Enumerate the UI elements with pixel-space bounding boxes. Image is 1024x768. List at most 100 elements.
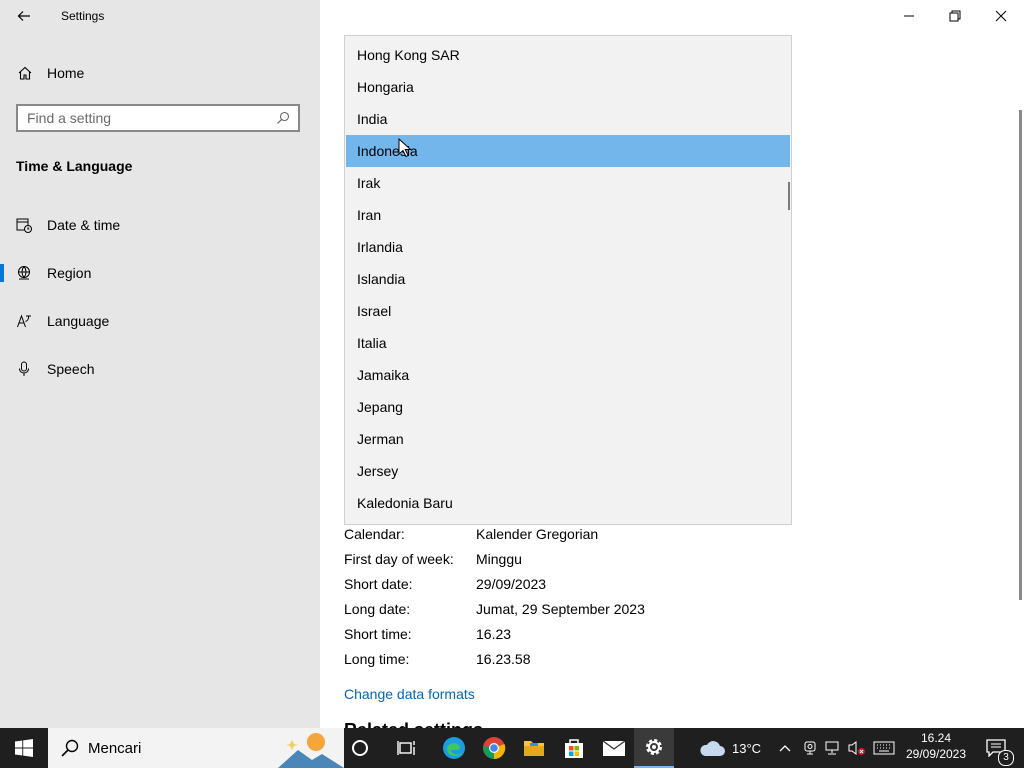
main-scrollbar[interactable] [1019,110,1022,600]
settings-taskbar-button[interactable] [634,728,674,768]
back-arrow-icon [17,11,30,21]
mail-envelope-icon [602,740,626,756]
sidebar-item-language[interactable]: Language [0,303,320,339]
clock-date: 29/09/2023 [905,747,967,761]
dropdown-option[interactable]: Jamaika [346,359,790,391]
chrome-browser-icon [483,737,506,760]
dropdown-option[interactable]: Italia [346,327,790,359]
cloud-icon [700,741,725,756]
dropdown-option[interactable]: Irlandia [346,231,790,263]
edge-browser-button[interactable] [434,728,474,768]
setting-search-input[interactable] [18,109,269,127]
info-value-short-date: 29/09/2023 [476,576,547,592]
globe-icon [16,265,32,281]
language-icon [16,313,32,329]
dropdown-option[interactable]: Islandia [346,263,790,295]
mail-button[interactable] [594,728,634,768]
cortana-button[interactable] [340,728,380,768]
info-value-first-day: Minggu [476,551,522,567]
sidebar-item-label: Speech [47,361,95,377]
network-tray-button[interactable] [822,728,844,768]
taskbar-clock[interactable]: 16.24 29/09/2023 [900,730,972,762]
sidebar-item-speech[interactable]: Speech [0,351,320,387]
dropdown-option[interactable]: Jepang [346,391,790,423]
volume-tray-button[interactable] [846,728,868,768]
show-hidden-icons-button[interactable] [775,728,795,768]
info-value-calendar: Kalender Gregorian [476,526,599,542]
dropdown-scrollbar-thumb[interactable] [788,182,790,210]
meet-now-tray-button[interactable] [799,728,821,768]
keyboard-icon [873,741,895,755]
clock-time: 16.24 [920,731,952,745]
calendar-clock-icon [16,217,32,233]
dropdown-option[interactable]: India [346,103,790,135]
back-button[interactable] [10,4,38,28]
chrome-browser-button[interactable] [474,728,514,768]
dropdown-option[interactable]: Iran [346,199,790,231]
info-label-first-day: First day of week: [344,551,454,567]
action-center-button[interactable]: 3 [976,728,1016,768]
close-button[interactable] [978,0,1024,32]
search-icon [277,111,290,124]
dropdown-option[interactable]: Kaledonia Baru [346,487,790,519]
sidebar-item-label: Region [47,265,92,281]
taskbar-search-label: Mencari [88,739,142,757]
change-data-formats-link[interactable]: Change data formats [344,686,475,702]
home-label: Home [47,65,85,81]
notification-count-badge: 3 [998,750,1014,766]
restore-icon [949,10,961,22]
home-nav-item[interactable]: Home [0,56,320,90]
windows-logo-icon [15,739,33,757]
info-value-short-time: 16.23 [476,626,512,642]
home-icon [16,64,34,82]
sidebar-item-date-time[interactable]: Date & time [0,207,320,243]
country-region-dropdown-list[interactable]: Hong Kong SAR Hongaria India Indonesia I… [344,35,792,525]
dropdown-option[interactable]: Hong Kong SAR [346,39,790,71]
info-label-long-date: Long date: [344,601,411,617]
section-title: Time & Language [16,158,133,174]
info-value-long-time: 16.23.58 [476,651,531,667]
file-explorer-button[interactable] [514,728,554,768]
dropdown-option[interactable]: Israel [346,295,790,327]
restore-button[interactable] [932,0,978,32]
gear-icon [646,739,662,755]
setting-search-box[interactable] [16,104,300,132]
dropdown-option[interactable]: Hongaria [346,71,790,103]
close-icon [995,10,1007,22]
speaker-muted-icon [848,741,865,755]
dropdown-option-selected[interactable]: Indonesia [346,135,790,167]
info-label-short-time: Short time: [344,626,412,642]
info-value-long-date: Jumat, 29 September 2023 [476,601,645,617]
sidebar-item-label: Language [47,313,110,329]
weather-widget[interactable]: 13°C [698,728,761,768]
related-settings-heading: Related settings [344,720,483,728]
taskbar-search-box[interactable]: Mencari [48,728,344,768]
network-ethernet-icon [825,741,839,755]
task-view-icon [397,741,415,755]
info-label-short-date: Short date: [344,576,413,592]
minimize-icon [904,15,914,17]
dropdown-option[interactable]: Jerman [346,423,790,455]
task-view-button[interactable] [387,728,427,768]
weather-temperature: 13°C [732,740,762,756]
touch-keyboard-button[interactable] [870,728,898,768]
minimize-button[interactable] [886,0,932,32]
store-bag-icon [565,739,583,758]
sidebar-item-region[interactable]: Region [0,255,320,291]
mouse-cursor-icon [398,138,412,158]
info-label-calendar: Calendar: [344,526,405,542]
webcam-icon [804,741,816,755]
search-icon [61,739,79,757]
dropdown-option[interactable]: Jersey [346,455,790,487]
microphone-icon [16,361,32,377]
folder-icon [524,741,544,756]
start-button[interactable] [0,728,48,768]
window-title: Settings [61,9,105,23]
microsoft-store-button[interactable] [554,728,594,768]
chevron-up-icon [779,745,791,752]
search-highlight-illustration-icon [278,733,344,768]
sidebar-item-label: Date & time [47,217,121,233]
dropdown-option[interactable]: Irak [346,167,790,199]
cortana-circle-icon [352,740,368,756]
edge-browser-icon [443,737,465,759]
